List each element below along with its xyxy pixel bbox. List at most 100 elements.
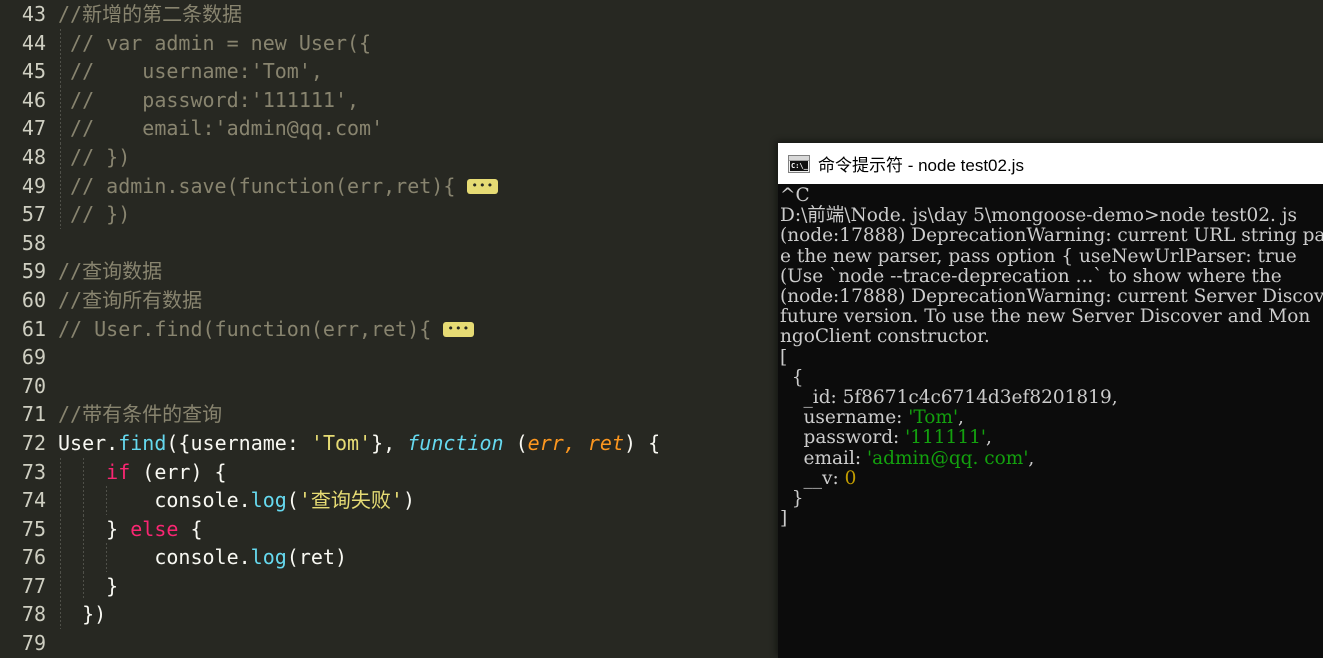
code-line[interactable]: 72 User.find({username: 'Tom'}, function … bbox=[0, 429, 780, 458]
line-number: 69 bbox=[21, 345, 46, 370]
line-content: } bbox=[58, 572, 118, 601]
terminal-line: (node:17888) DeprecationWarning: current… bbox=[780, 226, 1323, 246]
code-line[interactable]: 71 //带有条件的查询 bbox=[0, 400, 780, 429]
terminal-line: password: '111111', bbox=[780, 428, 1323, 448]
terminal-text: { bbox=[780, 366, 804, 388]
code-line[interactable]: 75 } else { bbox=[0, 514, 780, 544]
code-token: // admin.save(function(err,ret){ bbox=[58, 173, 456, 198]
line-content: // User.find(function(err,ret){ ••• bbox=[58, 315, 475, 344]
folded-code-marker[interactable]: ••• bbox=[467, 178, 499, 194]
code-token: // var admin = new User({ bbox=[58, 30, 372, 55]
terminal-title-bar[interactable]: C:\_ 命令提示符 - node test02.js bbox=[778, 143, 1323, 184]
code-line[interactable]: 57 // }) bbox=[0, 200, 780, 229]
folded-code-marker[interactable]: ••• bbox=[443, 321, 475, 337]
code-lines-container[interactable]: 43//新增的第二条数据 44 // var admin = new User({… bbox=[0, 0, 780, 658]
terminal-text: e the new parser, pass option { useNewUr… bbox=[780, 245, 1303, 267]
terminal-line: { bbox=[780, 366, 1323, 388]
terminal-text: __v: bbox=[780, 467, 845, 489]
line-content: // admin.save(function(err,ret){ ••• bbox=[58, 172, 499, 201]
code-token: console bbox=[154, 488, 239, 513]
terminal-line: email: 'admin@qq. com', bbox=[780, 448, 1323, 469]
command-prompt-window[interactable]: C:\_ 命令提示符 - node test02.js ^C D:\前端\Node… bbox=[778, 143, 1323, 658]
line-number: 71 bbox=[21, 402, 46, 427]
code-line[interactable]: 59 //查询数据 bbox=[0, 257, 780, 286]
line-number: 47 bbox=[21, 116, 46, 141]
terminal-line: (Use `node --trace-deprecation ...` to s… bbox=[780, 265, 1323, 287]
terminal-text: ngoClient constructor. bbox=[780, 326, 990, 348]
code-line[interactable]: 74 console.log('查询失败') bbox=[0, 486, 780, 515]
line-content: }) bbox=[58, 600, 106, 629]
code-token: username bbox=[190, 430, 287, 455]
line-content: //新增的第二条数据 bbox=[58, 0, 242, 29]
code-line[interactable]: 73 if (err) { bbox=[0, 457, 780, 487]
terminal-line: [ bbox=[780, 346, 1323, 368]
code-token: // User.find(function(err,ret){ bbox=[58, 316, 432, 341]
code-token: // email:'admin@qq.com' bbox=[58, 116, 384, 141]
line-content: //带有条件的查询 bbox=[58, 400, 222, 429]
line-content: //查询所有数据 bbox=[58, 286, 202, 315]
code-token: } bbox=[58, 516, 131, 541]
code-line[interactable]: 44 // var admin = new User({ bbox=[0, 28, 780, 58]
terminal-text: username: bbox=[780, 407, 909, 429]
code-line[interactable]: 48 // }) bbox=[0, 142, 780, 172]
terminal-text: 0 bbox=[844, 467, 857, 489]
code-token: : bbox=[286, 430, 311, 455]
terminal-line: ] bbox=[780, 509, 1323, 529]
code-line[interactable]: 79 bbox=[0, 629, 780, 658]
code-token: (ret) bbox=[286, 545, 348, 570]
line-number: 78 bbox=[21, 602, 46, 627]
line-content: } else { bbox=[58, 515, 203, 544]
code-line[interactable]: 70 bbox=[0, 372, 780, 401]
terminal-line: D:\前端\Node. js\day 5\mongoose-demo>node … bbox=[780, 206, 1323, 226]
line-content: // }) bbox=[58, 143, 130, 172]
code-line[interactable]: 58 bbox=[0, 229, 780, 258]
line-number: 72 bbox=[21, 430, 46, 455]
line-content: // email:'admin@qq.com' bbox=[58, 114, 383, 143]
code-token: 'Tom' bbox=[310, 430, 372, 455]
line-number: 49 bbox=[21, 173, 46, 198]
code-token: find bbox=[118, 430, 167, 455]
terminal-text: [ bbox=[780, 346, 788, 368]
line-number: 58 bbox=[21, 230, 46, 255]
code-line[interactable]: 45 // username:'Tom', bbox=[0, 57, 780, 86]
code-token: (err) { bbox=[130, 459, 227, 484]
line-number: 59 bbox=[21, 259, 46, 284]
code-token: //查询所有数据 bbox=[58, 287, 203, 312]
code-line[interactable]: 47 // email:'admin@qq.com' bbox=[0, 114, 780, 143]
line-number: 44 bbox=[21, 30, 46, 55]
code-token: { bbox=[178, 516, 203, 541]
line-content: // username:'Tom', bbox=[58, 57, 323, 86]
line-content: console.log(ret) bbox=[58, 543, 347, 572]
terminal-line: e the new parser, pass option { useNewUr… bbox=[780, 245, 1323, 267]
code-line[interactable]: 77 } bbox=[0, 571, 780, 601]
code-line[interactable]: 60 //查询所有数据 bbox=[0, 286, 780, 315]
terminal-text: , bbox=[985, 427, 992, 449]
terminal-output-area[interactable]: ^C D:\前端\Node. js\day 5\mongoose-demo>nod… bbox=[778, 184, 1323, 658]
terminal-line: _id: 5f8671c4c6714d3ef8201819, bbox=[780, 387, 1323, 408]
code-line[interactable]: 78 }) bbox=[0, 600, 780, 630]
terminal-text: ^C bbox=[780, 185, 810, 206]
code-line[interactable]: 46 // password:'111111', bbox=[0, 85, 780, 115]
line-number: 73 bbox=[21, 459, 46, 484]
terminal-line: __v: 0 bbox=[780, 467, 1323, 489]
terminal-line: ngoClient constructor. bbox=[780, 327, 1323, 347]
code-token: // password:'111111', bbox=[58, 87, 360, 112]
code-token: //新增的第二条数据 bbox=[58, 2, 243, 26]
code-token: err, ret bbox=[527, 430, 624, 455]
code-line[interactable]: 61 // User.find(function(err,ret){ ••• bbox=[0, 315, 780, 344]
code-token: // username:'Tom', bbox=[58, 59, 323, 84]
code-line[interactable]: 69 bbox=[0, 343, 780, 372]
terminal-text: '111111' bbox=[905, 427, 986, 449]
terminal-text: (Use `node --trace-deprecation ...` to s… bbox=[780, 265, 1288, 287]
code-token: }, bbox=[371, 430, 408, 455]
line-number: 60 bbox=[21, 287, 46, 312]
line-content: User.find({username: 'Tom'}, function (e… bbox=[58, 429, 660, 458]
code-line[interactable]: 49 // admin.save(function(err,ret){ ••• bbox=[0, 171, 780, 201]
code-token: //查询数据 bbox=[58, 259, 163, 284]
terminal-text: D:\前端\Node. js\day 5\mongoose-demo>node … bbox=[780, 205, 1298, 227]
code-line[interactable]: 76 console.log(ret) bbox=[0, 543, 780, 572]
terminal-text: ] bbox=[780, 508, 788, 530]
code-line[interactable]: 43 //新增的第二条数据 bbox=[0, 0, 780, 29]
code-token: ) { bbox=[624, 430, 661, 455]
